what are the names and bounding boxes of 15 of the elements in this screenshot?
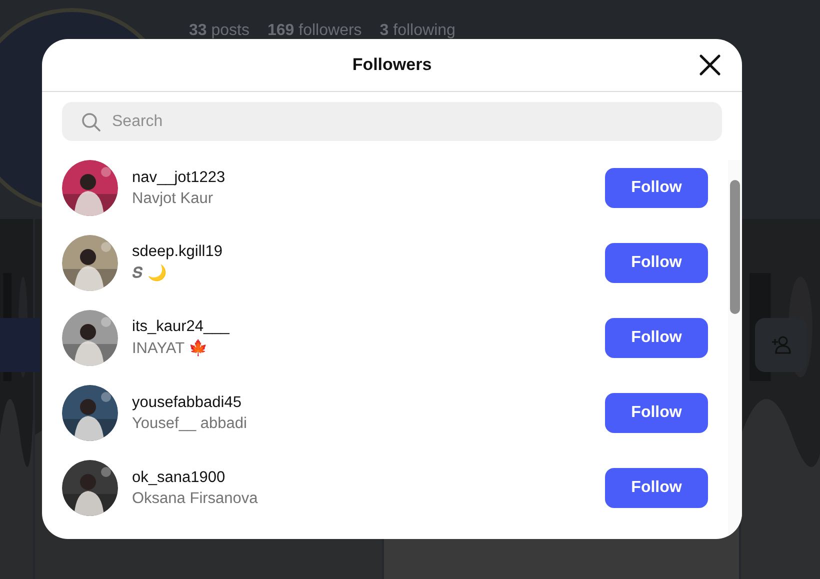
close-icon [699,54,721,76]
full-name: Navjot Kaur [132,190,214,208]
follow-button[interactable]: Follow [605,318,708,358]
profile-stat: 33 posts [189,22,250,41]
add-person-icon [771,336,791,354]
search-field[interactable]: Search [62,102,722,141]
profile-stat: 3 following [380,22,456,41]
profile-stat: 169 followers [268,22,362,41]
follow-button[interactable]: Follow [605,168,708,208]
follow-button[interactable]: Follow [605,468,708,508]
dialog-title: Followers [352,55,432,75]
follow-button[interactable]: Follow [605,243,708,283]
username[interactable]: nav__jot1223 [132,168,591,186]
follow-button[interactable]: Follow [605,393,708,433]
scroll-thumb[interactable] [730,180,740,314]
